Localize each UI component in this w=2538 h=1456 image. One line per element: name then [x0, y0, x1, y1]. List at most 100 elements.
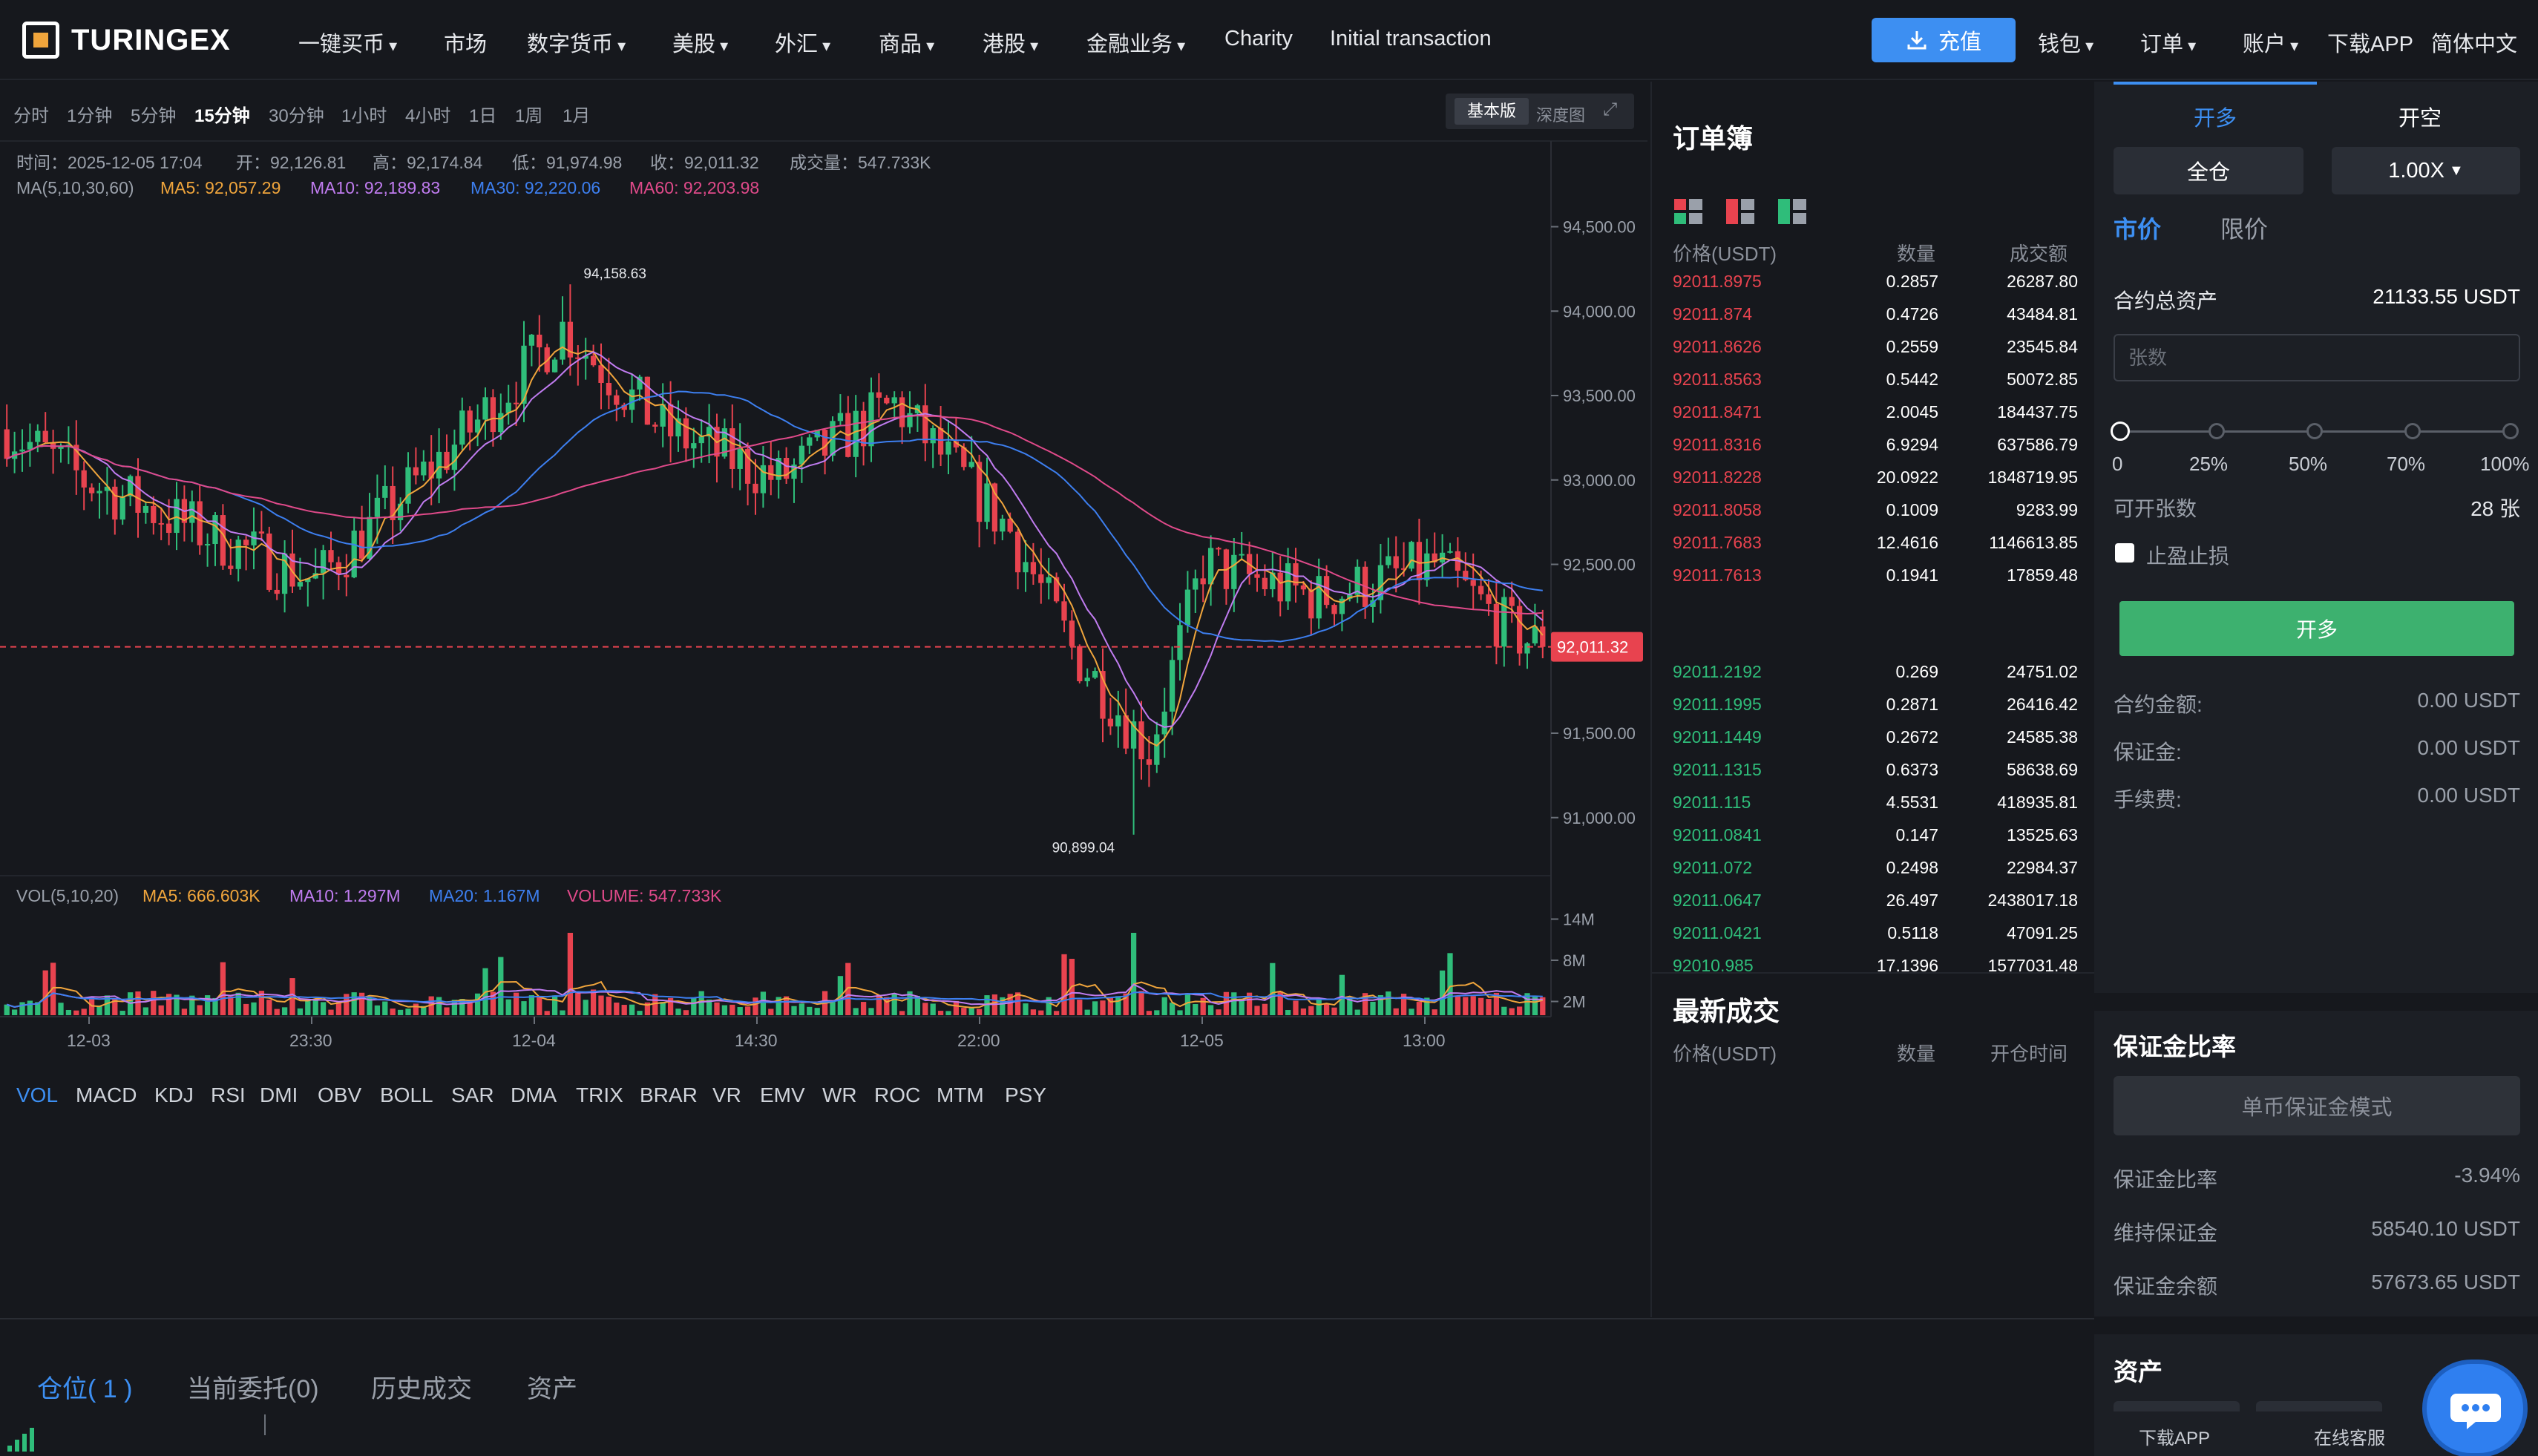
slider-mark-25[interactable]: [2209, 423, 2225, 439]
assets-tab-2[interactable]: [2256, 1401, 2382, 1411]
indicator-obv[interactable]: OBV: [318, 1083, 361, 1107]
nav-language[interactable]: 简体中文: [2431, 27, 2517, 58]
volume-bar: [243, 1003, 249, 1015]
nav-us-stocks[interactable]: 美股: [672, 27, 728, 58]
nav-hk-stocks[interactable]: 港股: [983, 27, 1038, 58]
single-margin-mode-button[interactable]: 单币保证金模式: [2114, 1076, 2520, 1135]
indicator-vol[interactable]: VOL: [16, 1083, 58, 1107]
indicator-vr[interactable]: VR: [712, 1083, 741, 1107]
interval-30m[interactable]: 30分钟: [269, 101, 324, 127]
bid-row[interactable]: 92011.1995 0.2871 26416.42: [1652, 689, 2094, 721]
bid-row[interactable]: 92011.1315 0.6373 58638.69: [1652, 754, 2094, 787]
footer-download-app[interactable]: 下载APP: [2139, 1423, 2210, 1449]
bid-row[interactable]: 92011.2192 0.269 24751.02: [1652, 656, 2094, 689]
indicator-macd[interactable]: MACD: [76, 1083, 137, 1107]
tab-assets[interactable]: 资产: [527, 1368, 577, 1405]
bid-row[interactable]: 92011.1449 0.2672 24585.38: [1652, 721, 2094, 754]
orderbook-asks-icon[interactable]: [1726, 199, 1754, 224]
indicator-rsi[interactable]: RSI: [211, 1083, 246, 1107]
nav-wallet[interactable]: 钱包: [2038, 27, 2093, 58]
tab-open-short[interactable]: 开空: [2398, 101, 2442, 132]
ask-qty: 6.9294: [1886, 435, 1938, 454]
nav-orders[interactable]: 订单: [2140, 27, 2196, 58]
open-long-button[interactable]: 开多: [2119, 601, 2514, 656]
recharge-button[interactable]: 充值: [1872, 18, 2016, 62]
tab-positions[interactable]: 仓位( 1 ): [37, 1368, 132, 1405]
tab-open-long[interactable]: 开多: [2194, 101, 2237, 132]
indicator-dmi[interactable]: DMI: [260, 1083, 298, 1107]
margin-mode-button[interactable]: 全仓: [2114, 147, 2303, 194]
bid-row[interactable]: 92011.0647 26.497 2438017.18: [1652, 885, 2094, 917]
tab-trade-history[interactable]: 历史成交: [371, 1368, 472, 1405]
candle-body: [614, 395, 620, 405]
interval-4h[interactable]: 4小时: [405, 101, 450, 127]
order-type-market[interactable]: 市价: [2114, 211, 2161, 245]
volume-bar: [799, 1003, 805, 1015]
interval-1m[interactable]: 1分钟: [67, 101, 112, 127]
interval-timeshare[interactable]: 分时: [13, 101, 49, 127]
stop-checkbox[interactable]: [2115, 543, 2134, 563]
ask-row[interactable]: 92011.8563 0.5442 50072.85: [1652, 364, 2094, 396]
nav-initial-transaction[interactable]: Initial transaction: [1330, 27, 1492, 51]
indicator-kdj[interactable]: KDJ: [154, 1083, 194, 1107]
interval-15m[interactable]: 15分钟: [194, 101, 250, 127]
orderbook-bids-icon[interactable]: [1778, 199, 1806, 224]
interval-5m[interactable]: 5分钟: [131, 101, 176, 127]
indicator-psy[interactable]: PSY: [1005, 1083, 1046, 1107]
orderbook-both-icon[interactable]: [1674, 199, 1702, 224]
indicator-mtm[interactable]: MTM: [937, 1083, 984, 1107]
indicator-wr[interactable]: WR: [822, 1083, 857, 1107]
ask-row[interactable]: 92011.7613 0.1941 17859.48: [1652, 560, 2094, 592]
interval-1w[interactable]: 1周: [515, 101, 542, 127]
slider-mark-50[interactable]: [2306, 423, 2323, 439]
ask-row[interactable]: 92011.874 0.4726 43484.81: [1652, 298, 2094, 331]
indicator-brar[interactable]: BRAR: [640, 1083, 698, 1107]
ask-row[interactable]: 92011.8626 0.2559 23545.84: [1652, 331, 2094, 364]
ask-row[interactable]: 92011.7683 12.4616 1146613.85: [1652, 527, 2094, 560]
tab-open-orders[interactable]: 当前委托(0): [187, 1368, 319, 1405]
nav-buy-crypto[interactable]: 一键买币: [298, 27, 397, 58]
view-basic-button[interactable]: 基本版: [1455, 98, 1529, 125]
bid-row[interactable]: 92011.072 0.2498 22984.37: [1652, 852, 2094, 885]
ask-row[interactable]: 92011.8058 0.1009 9283.99: [1652, 494, 2094, 527]
slider-mark-70[interactable]: [2404, 423, 2421, 439]
order-type-limit[interactable]: 限价: [2220, 211, 2268, 245]
indicator-roc[interactable]: ROC: [874, 1083, 920, 1107]
nav-charity[interactable]: Charity: [1224, 27, 1293, 51]
ask-row[interactable]: 92011.8471 2.0045 184437.75: [1652, 396, 2094, 429]
nav-finance[interactable]: 金融业务: [1086, 27, 1185, 58]
indicator-emv[interactable]: EMV: [760, 1083, 805, 1107]
logo[interactable]: TURINGEX: [22, 19, 231, 61]
assets-tab-1[interactable]: [2114, 1401, 2240, 1411]
chat-support-button[interactable]: [2427, 1364, 2523, 1453]
quantity-input[interactable]: [2114, 334, 2520, 381]
interval-1d[interactable]: 1日: [469, 101, 496, 127]
ask-row[interactable]: 92011.8316 6.9294 637586.79: [1652, 429, 2094, 462]
footer-online-service[interactable]: 在线客服: [2314, 1423, 2385, 1449]
bid-total: 13525.63: [2007, 825, 2078, 845]
indicator-sar[interactable]: SAR: [451, 1083, 494, 1107]
nav-market[interactable]: 市场: [444, 27, 487, 58]
bid-row[interactable]: 92011.0841 0.147 13525.63: [1652, 819, 2094, 852]
ask-row[interactable]: 92011.8228 20.0922 1848719.95: [1652, 462, 2094, 494]
indicator-boll[interactable]: BOLL: [380, 1083, 433, 1107]
candlestick-chart[interactable]: 94,500.00 94,000.00 93,500.00 93,000.00 92,5…: [0, 82, 1647, 1165]
bid-row[interactable]: 92011.115 4.5531 418935.81: [1652, 787, 2094, 819]
nav-crypto[interactable]: 数字货币: [527, 27, 626, 58]
expand-icon[interactable]: ⤢: [1603, 99, 1625, 122]
nav-download-app[interactable]: 下载APP: [2327, 27, 2413, 58]
interval-1mo[interactable]: 1月: [563, 101, 590, 127]
nav-commodities[interactable]: 商品: [879, 27, 934, 58]
bid-row[interactable]: 92011.0421 0.5118 47091.25: [1652, 917, 2094, 950]
bid-row[interactable]: 92010.985 17.1396 1577031.48: [1652, 950, 2094, 983]
ask-row[interactable]: 92011.8975 0.2857 26287.80: [1652, 266, 2094, 298]
interval-1h[interactable]: 1小时: [341, 101, 387, 127]
view-depth-button[interactable]: 深度图: [1536, 102, 1585, 126]
slider-mark-100[interactable]: [2502, 423, 2519, 439]
slider-handle[interactable]: [2111, 422, 2130, 441]
nav-forex[interactable]: 外汇: [775, 27, 830, 58]
leverage-button[interactable]: 1.00X ▼: [2332, 147, 2520, 194]
indicator-trix[interactable]: TRIX: [576, 1083, 623, 1107]
indicator-dma[interactable]: DMA: [511, 1083, 557, 1107]
nav-account[interactable]: 账户: [2243, 27, 2298, 58]
